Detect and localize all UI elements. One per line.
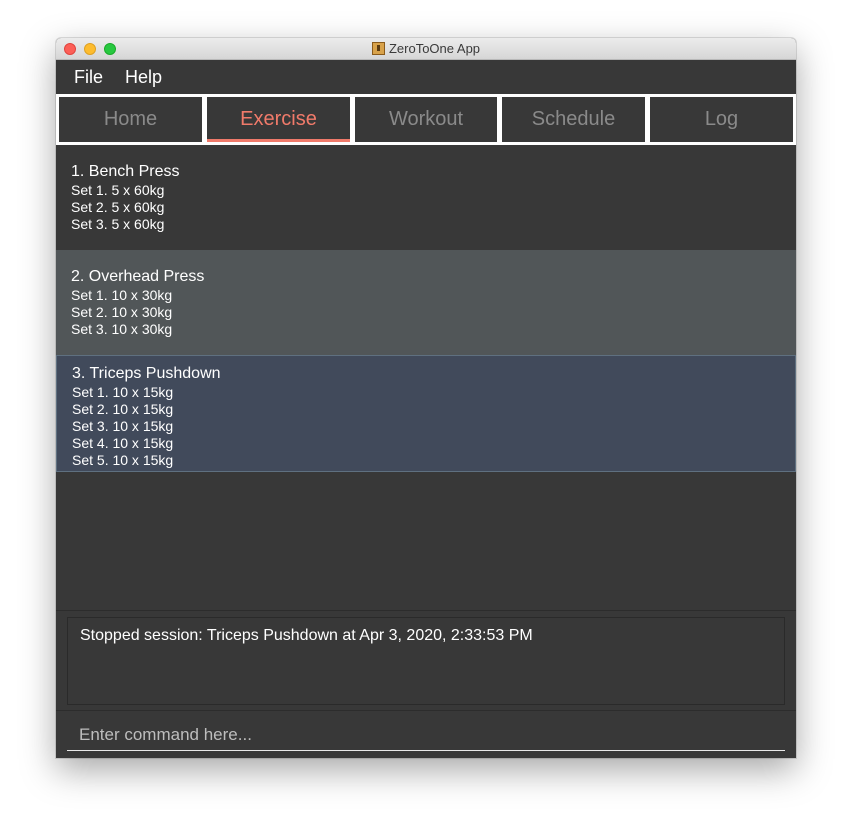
exercise-set: Set 2. 10 x 30kg: [71, 304, 173, 320]
exercise-set: Set 2. 5 x 60kg: [71, 199, 165, 215]
menu-file[interactable]: File: [74, 66, 103, 88]
title-bar: ZeroToOne App: [56, 38, 796, 60]
exercise-set: Set 5. 10 x 15kg: [72, 452, 174, 468]
exercise-set: Set 3. 5 x 60kg: [71, 216, 165, 232]
app-window: ZeroToOne App File Help Home Exercise Wo…: [56, 38, 796, 758]
tab-schedule[interactable]: Schedule: [502, 97, 645, 142]
tab-workout-label: Workout: [388, 108, 464, 130]
window-title-wrap: ZeroToOne App: [56, 41, 796, 57]
exercise-set: Set 4. 10 x 15kg: [72, 435, 174, 451]
tab-schedule-label: Schedule: [531, 108, 616, 130]
result-message: Stopped session: Triceps Pushdown at Apr…: [80, 627, 533, 644]
command-input[interactable]: [67, 719, 785, 751]
exercise-set: Set 1. 10 x 15kg: [72, 384, 174, 400]
exercise-set: Set 2. 10 x 15kg: [72, 401, 174, 417]
exercise-list[interactable]: 1. Bench Press Set 1. 5 x 60kg Set 2. 5 …: [56, 145, 796, 610]
menu-bar: File Help: [56, 60, 796, 94]
exercise-set: Set 1. 10 x 30kg: [71, 287, 173, 303]
tab-exercise-label: Exercise: [240, 108, 317, 130]
exercise-name: 2. Overhead Press: [71, 268, 205, 285]
exercise-name: 3. Triceps Pushdown: [72, 365, 221, 382]
exercise-card-selected[interactable]: 3. Triceps Pushdown Set 1. 10 x 15kg Set…: [56, 355, 796, 472]
exercise-set: Set 3. 10 x 15kg: [72, 418, 174, 434]
app-icon: [371, 42, 385, 55]
window-title: ZeroToOne App: [388, 41, 481, 56]
exercise-set: Set 1. 5 x 60kg: [71, 182, 165, 198]
result-display-box[interactable]: Stopped session: Triceps Pushdown at Apr…: [67, 617, 785, 705]
exercise-set: Set 3. 10 x 30kg: [71, 321, 173, 337]
tab-workout[interactable]: Workout: [355, 97, 497, 142]
menu-help[interactable]: Help: [125, 66, 162, 88]
exercise-card[interactable]: 1. Bench Press Set 1. 5 x 60kg Set 2. 5 …: [56, 145, 796, 250]
tab-log[interactable]: Log: [650, 97, 793, 142]
tab-home[interactable]: Home: [59, 97, 202, 142]
result-display-area: Stopped session: Triceps Pushdown at Apr…: [56, 610, 796, 710]
tab-log-label: Log: [704, 108, 739, 130]
tab-exercise[interactable]: Exercise: [207, 97, 350, 142]
tab-home-label: Home: [103, 108, 158, 130]
tab-bar: Home Exercise Workout Schedule Log: [56, 94, 796, 145]
exercise-name: 1. Bench Press: [71, 163, 180, 180]
active-tab-indicator: [207, 139, 350, 142]
exercise-card[interactable]: 2. Overhead Press Set 1. 10 x 30kg Set 2…: [56, 250, 796, 355]
command-box-area: [56, 710, 796, 758]
